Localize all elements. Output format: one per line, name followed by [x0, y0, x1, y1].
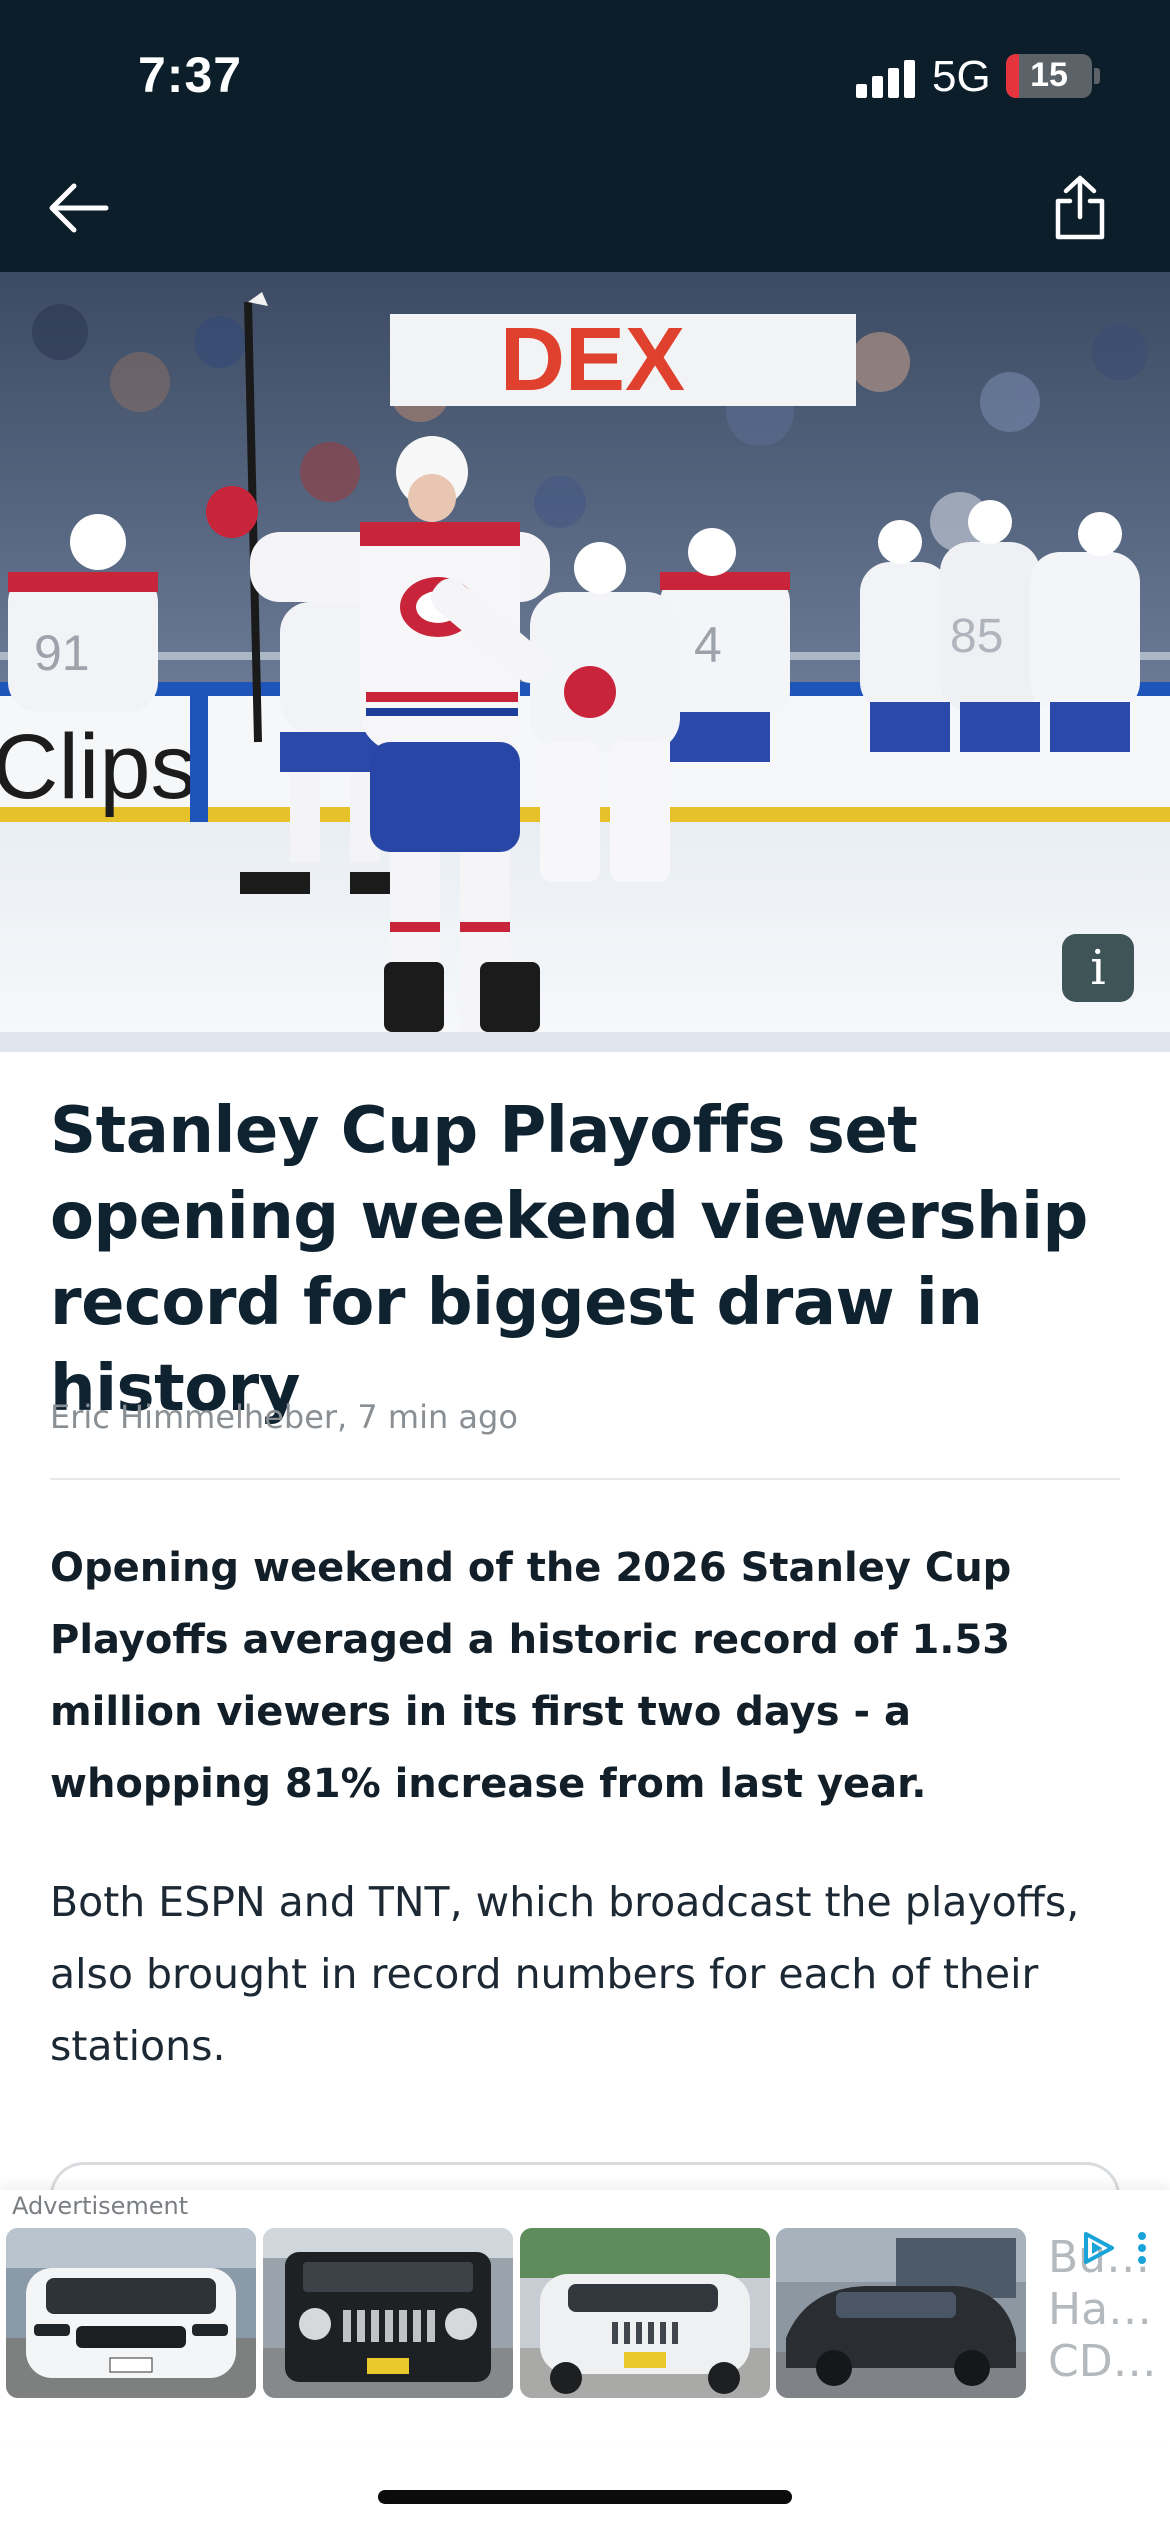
article-headline: Stanley Cup Playoffs set opening weekend… — [50, 1094, 1088, 1426]
article-lede: Opening weekend of the 2026 Stanley Cup … — [50, 1545, 1012, 1807]
white-jeep-cherokee-image — [520, 2228, 770, 2398]
svg-text:DEX: DEX — [500, 310, 685, 410]
ad-label: Advertisement — [12, 2192, 189, 2220]
arrow-left-icon — [49, 183, 109, 233]
menu-dot — [1138, 2244, 1146, 2252]
dark-jeep-compass-image — [776, 2228, 1026, 2398]
ad-more-options-icon[interactable] — [1134, 2230, 1150, 2270]
divider — [50, 1478, 1120, 1480]
home-indicator[interactable] — [378, 2490, 792, 2504]
article-byline: Eric Himmelheber, 7 min ago — [50, 1398, 518, 1436]
signal-strength-icon — [856, 60, 916, 98]
status-time: 7:37 — [138, 47, 243, 103]
adchoices-icon[interactable] — [1078, 2228, 1118, 2268]
menu-dot — [1138, 2256, 1146, 2264]
white-suv-image — [6, 2228, 256, 2398]
ad-vehicle-tile-2[interactable] — [263, 2228, 513, 2398]
network-type: 5G — [932, 52, 991, 101]
svg-text:4: 4 — [694, 617, 722, 673]
ad-vehicle-tile-3[interactable] — [520, 2228, 770, 2398]
svg-text:91: 91 — [34, 625, 90, 681]
svg-text:Clips: Clips — [0, 716, 196, 818]
black-jeep-wrangler-image — [263, 2228, 513, 2398]
image-info-button[interactable]: i — [1062, 934, 1134, 1002]
battery-icon: 15 — [1006, 54, 1092, 98]
hockey-celebration-photo: DEX Clips 85 91 4 — [0, 272, 1170, 1052]
back-button[interactable] — [38, 168, 118, 248]
article-paragraph: Both ESPN and TNT, which broadcast the p… — [50, 1878, 1080, 2070]
share-icon — [1055, 175, 1105, 240]
ad-vehicle-tile-1[interactable] — [6, 2228, 256, 2398]
svg-text:85: 85 — [950, 610, 1003, 663]
share-button[interactable] — [1040, 168, 1120, 248]
menu-dot — [1138, 2232, 1146, 2240]
top-bar — [0, 0, 1170, 272]
ad-vehicle-tile-4[interactable] — [776, 2228, 1026, 2398]
adchoices-triangle-icon — [1084, 2232, 1114, 2264]
hero-image[interactable]: DEX Clips 85 91 4 — [0, 272, 1170, 1052]
battery-level: 15 — [1030, 56, 1068, 94]
battery-nub — [1094, 68, 1100, 84]
